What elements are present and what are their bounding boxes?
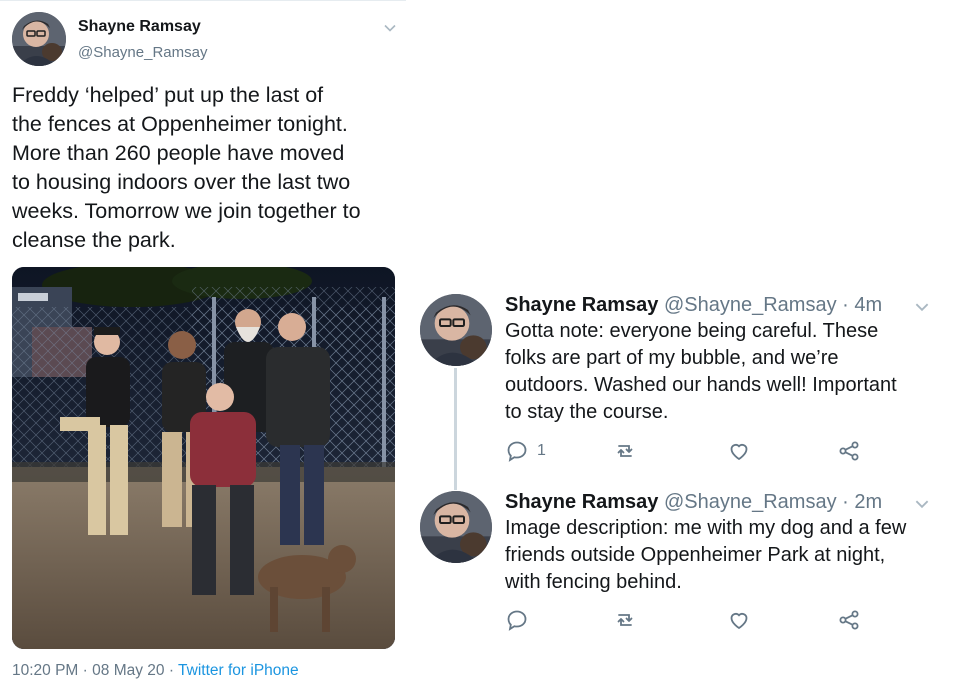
share-button[interactable] [837, 607, 861, 633]
chevron-down-icon[interactable] [913, 298, 931, 316]
chevron-down-icon[interactable] [913, 495, 931, 513]
author-name[interactable]: Shayne Ramsay [78, 18, 201, 36]
tweet-text-line: weeks. Tomorrow we join together to [12, 199, 361, 223]
tweet-text: Freddy ‘helped’ put up the last of the f… [12, 81, 402, 255]
share-button[interactable] [837, 438, 861, 464]
heart-icon [730, 612, 748, 630]
chevron-down-icon[interactable] [382, 20, 398, 36]
tweet-time[interactable]: 10:20 PM [12, 662, 78, 679]
reply-time[interactable]: · 2m [837, 491, 882, 513]
reply-avatar[interactable] [420, 491, 492, 563]
divider [0, 0, 406, 1]
tweet-source-link[interactable]: Twitter for iPhone [178, 662, 299, 679]
tweet-date[interactable]: 08 May 20 [92, 662, 164, 679]
reply-text: Gotta note: everyone being careful. Thes… [505, 318, 897, 426]
reply-header: Shayne Ramsay @Shayne_Ramsay · 4m [505, 292, 882, 318]
tweet-meta: 10:20 PM · 08 May 20 · Twitter for iPhon… [12, 662, 299, 680]
reply-time[interactable]: · 4m [837, 294, 882, 316]
reply-text-line: outdoors. Washed our hands well! Importa… [505, 374, 897, 396]
like-button[interactable] [727, 438, 751, 464]
reply-text-line: Image description: me with my dog and a … [505, 517, 907, 539]
reply-tweet: Shayne Ramsay @Shayne_Ramsay · 4m Gotta … [418, 292, 948, 472]
reply-author-name[interactable]: Shayne Ramsay [505, 294, 658, 316]
retweet-button[interactable] [613, 438, 637, 464]
reply-text-line: Gotta note: everyone being careful. Thes… [505, 320, 879, 342]
tweet-text-line: the fences at Oppenheimer tonight. [12, 112, 348, 136]
tweet-text-line: to housing indoors over the last two [12, 170, 351, 194]
comment-icon [507, 610, 527, 631]
comment-icon [507, 441, 527, 462]
reply-text-line: with fencing behind. [505, 571, 682, 593]
tweet-text-line: cleanse the park. [12, 228, 176, 252]
like-button[interactable] [727, 607, 751, 633]
reply-tweet: Shayne Ramsay @Shayne_Ramsay · 2m Image … [418, 489, 948, 649]
reply-author-handle[interactable]: @Shayne_Ramsay [664, 491, 837, 513]
share-icon [839, 441, 859, 461]
heart-icon [730, 443, 748, 461]
reply-text-line: friends outside Oppenheimer Park at nigh… [505, 544, 886, 566]
author-handle[interactable]: @Shayne_Ramsay [78, 44, 207, 61]
reply-header: Shayne Ramsay @Shayne_Ramsay · 2m [505, 489, 882, 515]
share-icon [839, 610, 859, 630]
tweet-photo[interactable] [12, 267, 395, 649]
retweet-icon [617, 614, 633, 626]
meta-separator: · [78, 662, 93, 679]
reply-button[interactable] [505, 607, 529, 633]
reply-avatar[interactable] [420, 294, 492, 366]
action-bar: 1 [505, 438, 865, 464]
reply-text-line: to stay the course. [505, 401, 669, 423]
retweet-button[interactable] [613, 607, 637, 633]
meta-separator: · [164, 662, 179, 679]
tweet-text-line: More than 260 people have moved [12, 141, 345, 165]
main-tweet: Shayne Ramsay @Shayne_Ramsay Freddy ‘hel… [0, 0, 406, 691]
author-avatar[interactable] [12, 12, 66, 66]
action-bar [505, 607, 865, 633]
reply-author-handle[interactable]: @Shayne_Ramsay [664, 294, 837, 316]
reply-button[interactable]: 1 [505, 438, 546, 464]
reply-author-name[interactable]: Shayne Ramsay [505, 491, 658, 513]
retweet-icon [617, 445, 633, 457]
tweet-text-line: Freddy ‘helped’ put up the last of [12, 83, 324, 107]
reply-text-line: folks are part of my bubble, and we’re [505, 347, 839, 369]
reply-count: 1 [537, 442, 546, 459]
reply-text: Image description: me with my dog and a … [505, 515, 906, 596]
